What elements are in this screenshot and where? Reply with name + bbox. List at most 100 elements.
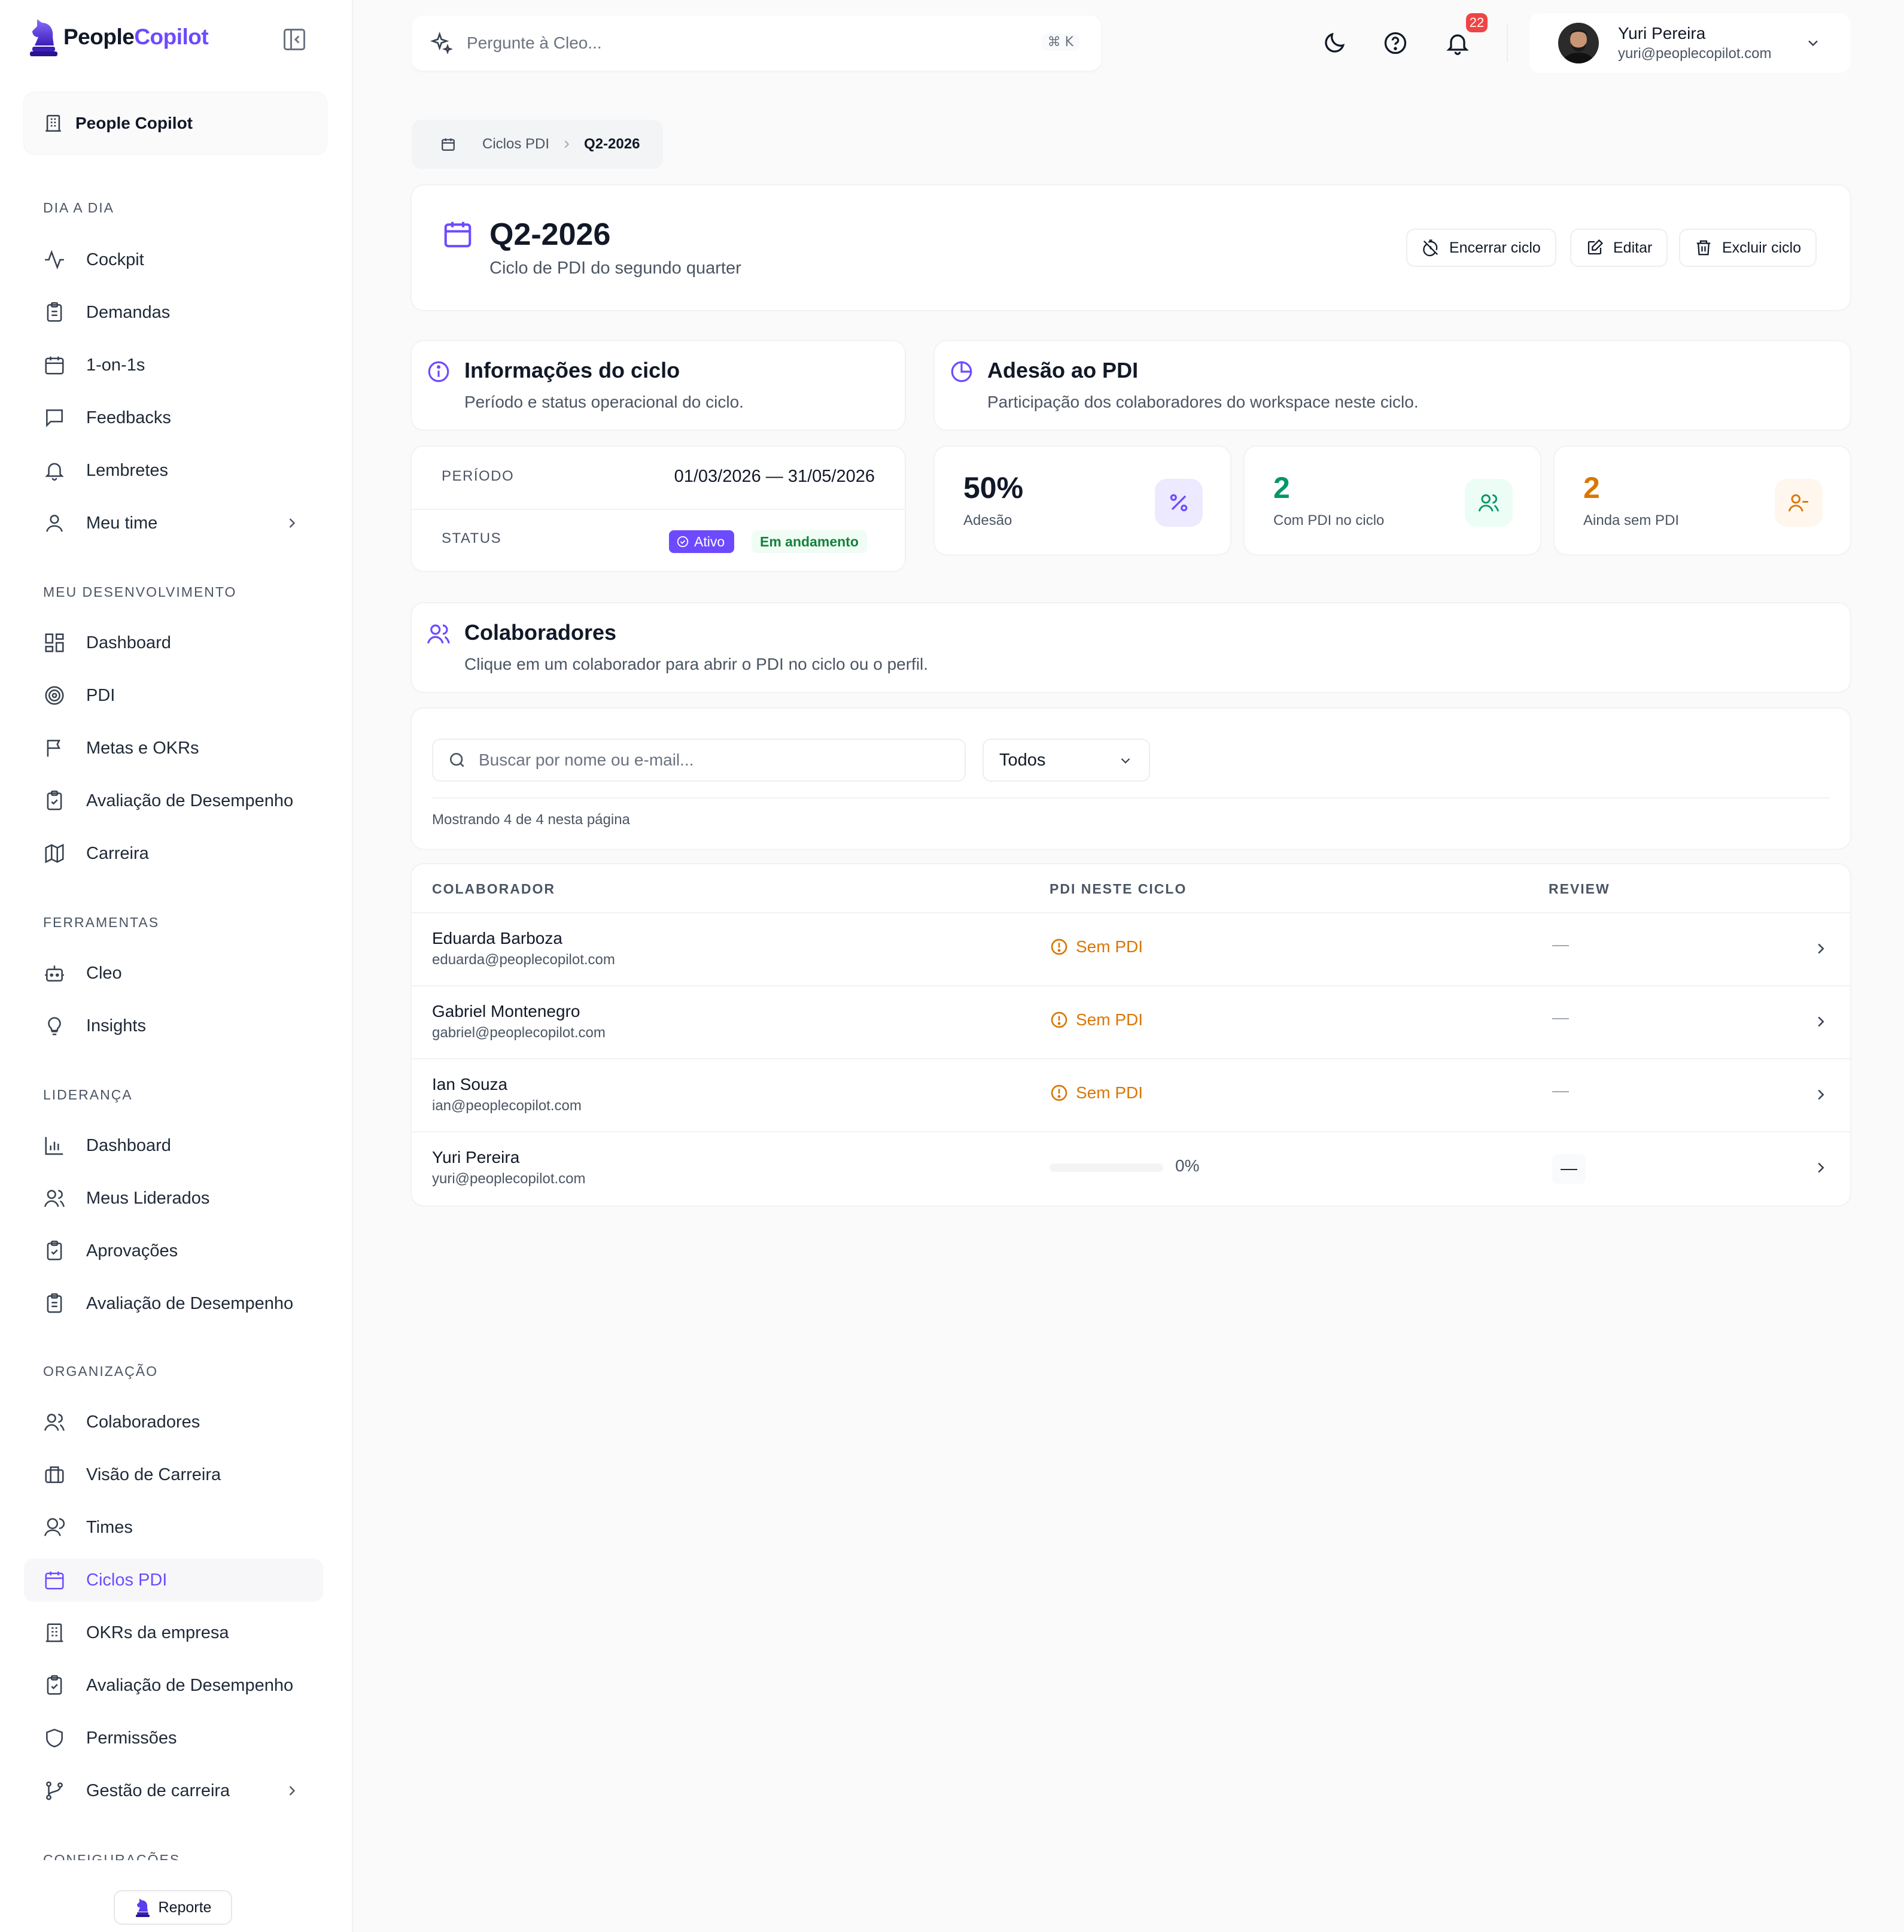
chevron-right-icon	[289, 518, 296, 528]
search-input[interactable]	[479, 751, 945, 770]
chevron-right-icon[interactable]	[1812, 1013, 1830, 1031]
sparkles-icon	[430, 31, 453, 54]
target-icon	[45, 686, 64, 705]
sidebar-item-label: Meu time	[86, 513, 158, 533]
status-filter-select[interactable]: Todos	[983, 739, 1150, 782]
sidebar-item-meu-time[interactable]: Meu time	[24, 502, 323, 545]
sidebar-item-pdi[interactable]: PDI	[24, 674, 323, 717]
info-icon	[428, 361, 449, 382]
chess-knight-logo-icon	[135, 1898, 150, 1917]
divider	[432, 797, 1830, 798]
sidebar-item-aprovacoes[interactable]: Aprovações	[24, 1229, 323, 1272]
table-row[interactable]: Eduarda Barboza eduarda@peoplecopilot.co…	[412, 912, 1850, 985]
sidebar-item-dashboard[interactable]: Dashboard	[24, 621, 323, 664]
sidebar-item-label: Insights	[86, 1016, 146, 1035]
sidebar-item-avaliacao-desempenho[interactable]: Avaliação de Desempenho	[24, 779, 323, 822]
user-email: yuri@peoplecopilot.com	[1618, 45, 1772, 62]
sidebar-item-1on1s[interactable]: 1-on-1s	[24, 344, 323, 387]
brand-logo[interactable]: PeopleCopilot	[28, 17, 209, 57]
sidebar-item-permissoes[interactable]: Permissões	[24, 1717, 323, 1760]
chevron-right-icon[interactable]	[1812, 1159, 1830, 1177]
sidebar-item-label: OKRs da empresa	[86, 1623, 229, 1642]
sidebar-item-lideranca-avaliacao[interactable]: Avaliação de Desempenho	[24, 1282, 323, 1325]
stat-icon-box	[1155, 479, 1203, 527]
moon-icon[interactable]	[1321, 30, 1348, 56]
user-menu[interactable]: Yuri Pereira yuri@peoplecopilot.com	[1529, 13, 1850, 73]
sidebar-item-cleo[interactable]: Cleo	[24, 952, 323, 995]
sidebar-item-label: Metas e OKRs	[86, 738, 199, 758]
pie-chart-icon	[951, 361, 972, 382]
period-label: PERÍODO	[442, 468, 515, 484]
search-field[interactable]	[432, 739, 966, 782]
workspace-switcher[interactable]: People Copilot	[24, 92, 327, 154]
sidebar-item-demandas[interactable]: Demandas	[24, 291, 323, 334]
sidebar-item-lembretes[interactable]: Lembretes	[24, 449, 323, 492]
edit-button[interactable]: Editar	[1570, 229, 1668, 267]
table-row[interactable]: Gabriel Montenegro gabriel@peoplecopilot…	[412, 985, 1850, 1058]
table-row[interactable]: Yuri Pereira yuri@peoplecopilot.com 0% —	[412, 1131, 1850, 1204]
sidebar-item-visao-carreira[interactable]: Visão de Carreira	[24, 1453, 323, 1496]
breadcrumb-parent[interactable]: Ciclos PDI	[482, 136, 549, 153]
stat-value: 2	[1583, 471, 1600, 505]
calendar-icon	[442, 138, 455, 151]
sidebar-item-carreira[interactable]: Carreira	[24, 832, 323, 875]
sidebar-item-times[interactable]: Times	[24, 1506, 323, 1549]
page-title: Q2-2026	[489, 217, 611, 252]
ask-cleo-placeholder: Pergunte à Cleo...	[467, 34, 602, 52]
column-header: REVIEW	[1549, 881, 1610, 897]
sidebar-item-cockpit[interactable]: Cockpit	[24, 238, 323, 281]
sidebar-item-metas-okrs[interactable]: Metas e OKRs	[24, 727, 323, 770]
sidebar-item-meus-liderados[interactable]: Meus Liderados	[24, 1177, 323, 1220]
pdi-progress-bar	[1050, 1164, 1163, 1172]
sidebar-item-ciclos-pdi[interactable]: Ciclos PDI	[24, 1559, 323, 1602]
sidebar-item-gestao-carreira[interactable]: Gestão de carreira	[24, 1769, 323, 1812]
sidebar-collapse-icon[interactable]	[281, 26, 308, 53]
ask-cleo-bar[interactable]: Pergunte à Cleo... ⌘ K	[412, 16, 1101, 71]
section-title: Informações do ciclo	[464, 358, 680, 382]
timer-off-icon	[1423, 239, 1438, 257]
help-circle-icon[interactable]	[1382, 30, 1409, 56]
sidebar-item-okrs-empresa[interactable]: OKRs da empresa	[24, 1611, 323, 1654]
table-row[interactable]: Ian Souza ian@peoplecopilot.com Sem PDI …	[412, 1058, 1850, 1131]
activity-icon	[45, 250, 64, 270]
stat-value: 2	[1273, 471, 1290, 505]
layout-dashboard-icon	[45, 633, 64, 652]
percent-icon	[1170, 494, 1188, 512]
sidebar-item-lideranca-dashboard[interactable]: Dashboard	[24, 1124, 323, 1167]
sidebar-item-org-avaliacao[interactable]: Avaliação de Desempenho	[24, 1664, 323, 1707]
column-header: COLABORADOR	[432, 881, 555, 897]
collaborator-name: Gabriel Montenegro	[432, 1002, 580, 1020]
users-icon	[44, 1190, 65, 1207]
pdi-status: Sem PDI	[1050, 937, 1143, 956]
sidebar-item-label: Avaliação de Desempenho	[86, 1675, 294, 1695]
bell-icon[interactable]	[1444, 30, 1471, 56]
report-button[interactable]: Reporte	[114, 1890, 232, 1925]
sidebar-item-feedbacks[interactable]: Feedbacks	[24, 396, 323, 439]
sidebar-item-label: Lembretes	[86, 460, 169, 480]
sidebar-item-label: PDI	[86, 685, 115, 705]
review-value: —	[1552, 1008, 1569, 1026]
sidebar-item-label: Dashboard	[86, 1135, 171, 1155]
delete-cycle-button[interactable]: Excluir ciclo	[1679, 229, 1817, 267]
sidebar-item-colaboradores[interactable]: Colaboradores	[24, 1401, 323, 1444]
building-icon	[45, 1623, 63, 1642]
stat-icon-box	[1775, 479, 1823, 527]
chess-knight-logo-icon	[30, 19, 57, 56]
report-label: Reporte	[158, 1898, 212, 1916]
sidebar-item-insights[interactable]: Insights	[24, 1004, 323, 1047]
users-icon	[427, 624, 450, 644]
collaborator-email: yuri@peoplecopilot.com	[432, 1171, 586, 1187]
users-icon	[1478, 494, 1500, 512]
chevron-right-icon	[564, 140, 570, 148]
stat-value: 50%	[963, 471, 1024, 505]
sidebar-item-label: Meus Liderados	[86, 1188, 210, 1208]
chevron-right-icon[interactable]	[1812, 940, 1830, 958]
keyboard-shortcut: ⌘ K	[1041, 34, 1079, 51]
workspace-name: People Copilot	[75, 114, 193, 132]
close-cycle-button[interactable]: Encerrar ciclo	[1406, 229, 1556, 267]
review-value: —	[1552, 1081, 1569, 1099]
section-subtitle: Clique em um colaborador para abrir o PD…	[464, 655, 929, 673]
topbar-divider	[1507, 24, 1508, 62]
chevron-right-icon[interactable]	[1812, 1086, 1830, 1104]
edit-label: Editar	[1613, 239, 1653, 256]
